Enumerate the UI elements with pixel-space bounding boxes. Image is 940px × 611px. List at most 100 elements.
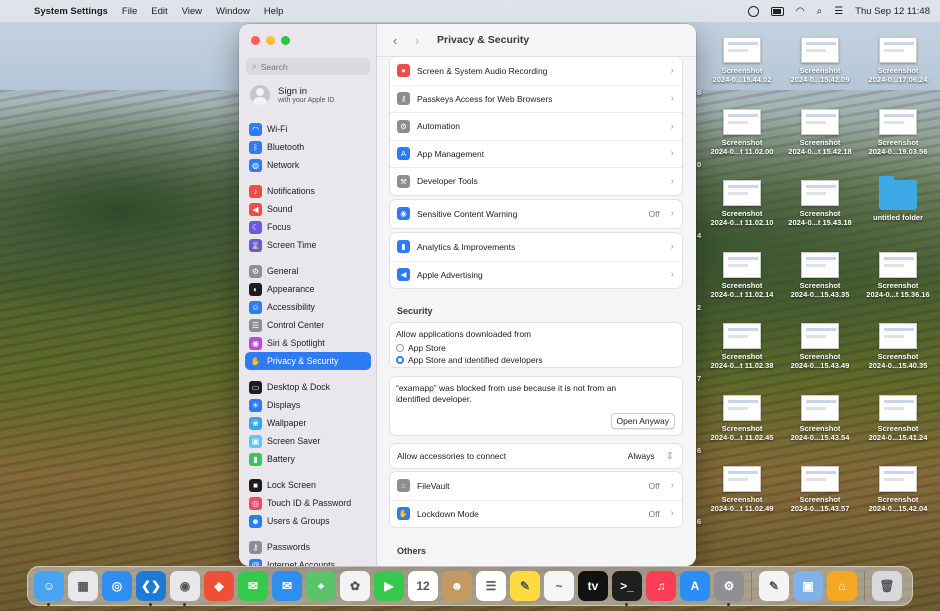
sidebar-item-touch-id-password[interactable]: ◎ Touch ID & Password — [245, 494, 371, 512]
desktop-screenshot-file[interactable]: Screenshot 2024-0...15.43.35 — [782, 251, 858, 299]
appletv-icon[interactable]: tv — [578, 571, 608, 601]
radio-app-store-button[interactable] — [396, 344, 404, 352]
search-input[interactable] — [260, 61, 361, 72]
facetime-icon[interactable]: ▶ — [374, 571, 404, 601]
setting-row-screen-system-audio-recording[interactable]: ● Screen & System Audio Recording › — [390, 57, 682, 85]
filevault-row[interactable]: ⌂ FileVault Off › — [390, 472, 682, 500]
menu-edit[interactable]: Edit — [151, 6, 167, 17]
desktop-screenshot-file[interactable]: Screenshot 2024-0...t 11.02.38 — [704, 323, 780, 370]
zoom-button[interactable] — [281, 36, 290, 45]
finder-icon[interactable]: ☺ — [34, 571, 64, 606]
desktop-screenshot-file[interactable]: Screenshot 2024-0...15.42.04 — [860, 466, 936, 513]
maps-icon[interactable]: ⌖ — [306, 571, 336, 601]
sidebar-item-focus[interactable]: ☾ Focus — [245, 218, 371, 236]
desktop-screenshot-file[interactable]: Screenshot 2024-0...t 15.42.18 — [782, 108, 858, 156]
sidebar-item-bluetooth[interactable]: ᛒ Bluetooth — [245, 138, 371, 156]
sidebar-item-accessibility[interactable]: ☺ Accessibility — [245, 298, 371, 316]
radio-identified-developers[interactable]: App Store and identified developers — [396, 354, 682, 366]
appstore-icon[interactable]: A — [680, 571, 710, 601]
spotlight-search-icon[interactable]: ⌕ — [817, 6, 823, 17]
setting-row-sensitive-content-warning[interactable]: ◉ Sensitive Content Warning Off › — [390, 200, 682, 228]
desktop-screenshot-file[interactable]: Screenshot 2024-0...t 11.02.10 — [704, 180, 780, 227]
desktop-screenshot-file[interactable]: Screenshot 2024-0...15.40.35 — [860, 323, 936, 370]
close-button[interactable] — [251, 36, 260, 45]
sidebar-item-siri-spotlight[interactable]: ◉ Siri & Spotlight — [245, 334, 371, 352]
open-anyway-button[interactable]: Open Anyway — [610, 413, 675, 429]
setting-row-automation[interactable]: ⚙ Automation › — [390, 112, 682, 140]
sidebar-item-appearance[interactable]: ◐ Appearance — [245, 280, 371, 298]
reminders-icon[interactable]: ☰ — [476, 571, 506, 601]
sidebar-search[interactable]: ⌕ — [246, 58, 370, 75]
setting-row-passkeys-access-for-web-browsers[interactable]: ⚷ Passkeys Access for Web Browsers › — [390, 84, 682, 113]
contacts-icon[interactable]: ☻ — [442, 571, 472, 601]
sidebar-item-wi-fi[interactable]: ◠ Wi-Fi — [245, 120, 371, 138]
safari-icon[interactable]: ◎ — [102, 571, 132, 601]
sidebar-item-network[interactable]: ◍ Network — [245, 156, 371, 174]
desktop-screenshot-file[interactable]: Screenshot 2024-0...t 11.02.45 — [704, 394, 780, 442]
terminal-icon[interactable]: >_ — [612, 571, 642, 606]
sidebar-item-notifications[interactable]: ♪ Notifications — [245, 182, 371, 200]
menu-window[interactable]: Window — [216, 6, 250, 17]
trash-icon[interactable]: 🗑 — [872, 571, 902, 601]
radio-identified-developers-button[interactable] — [396, 356, 404, 364]
desktop-screenshot-file[interactable]: Screenshot 2024-0...t 11.02.14 — [704, 251, 780, 299]
sidebar-item-users-groups[interactable]: ☻ Users & Groups — [245, 512, 371, 530]
sidebar-item-screen-time[interactable]: ⌛ Screen Time — [245, 236, 371, 254]
control-center-icon[interactable]: ☰ — [834, 6, 843, 17]
launchpad-icon[interactable]: ▦ — [68, 571, 98, 601]
desktop-screenshot-file[interactable]: Screenshot 2024-0...t 11.02.49 — [704, 466, 780, 513]
menu-file[interactable]: File — [122, 6, 137, 17]
music-icon[interactable]: ♫ — [646, 571, 676, 601]
desktop-folder[interactable]: untitled folder — [860, 176, 936, 222]
setting-row-analytics-improvements[interactable]: ▮ Analytics & Improvements › — [390, 233, 682, 261]
desktop-screenshot-file[interactable]: Screenshot 2024-0...15.42.09 — [782, 37, 858, 84]
setting-row-app-management[interactable]: A App Management › — [390, 139, 682, 168]
sidebar-item-control-center[interactable]: ☰ Control Center — [245, 316, 371, 334]
apple-id-signin[interactable]: Sign in with your Apple ID — [250, 85, 334, 105]
desktop-screenshot-file[interactable]: Screenshot 2024-0...t 15.36.16 — [860, 251, 936, 299]
setting-row-developer-tools[interactable]: ⚒ Developer Tools › — [390, 167, 682, 195]
battery-status-icon[interactable] — [770, 6, 784, 16]
messages-icon[interactable]: ✉ — [238, 571, 268, 601]
setting-row-apple-advertising[interactable]: ◀ Apple Advertising › — [390, 260, 682, 289]
back-button[interactable]: ‹ — [389, 33, 401, 48]
desktop-screenshot-file[interactable]: Screenshot 2024-0...17.06.24 — [860, 37, 936, 84]
chrome-icon[interactable]: ◉ — [170, 571, 200, 606]
screen-sharing-icon[interactable] — [747, 5, 759, 17]
home-icon[interactable]: ⌂ — [827, 571, 857, 601]
sidebar-item-privacy-security[interactable]: ✋ Privacy & Security — [245, 352, 371, 370]
mail-icon[interactable]: ✉ — [272, 571, 302, 601]
textedit-icon[interactable]: ✎ — [759, 571, 789, 601]
sidebar-item-general[interactable]: ⚙ General — [245, 262, 371, 280]
preview-icon[interactable]: ▣ — [793, 571, 823, 601]
accessories-popup[interactable]: Always — [628, 451, 655, 461]
sidebar-item-displays[interactable]: ☀ Displays — [245, 396, 371, 414]
menu-view[interactable]: View — [182, 6, 202, 17]
desktop-screenshot-file[interactable]: Screenshot 2024-0...19.03.56 — [860, 108, 936, 156]
sidebar-item-battery[interactable]: ▮ Battery — [245, 450, 371, 468]
sidebar-item-passwords[interactable]: ⚷ Passwords — [245, 538, 371, 556]
sidebar-item-screen-saver[interactable]: ▣ Screen Saver — [245, 432, 371, 450]
git-icon[interactable]: ◆ — [204, 571, 234, 601]
sidebar-item-wallpaper[interactable]: ❀ Wallpaper — [245, 414, 371, 432]
sidebar-item-internet-accounts[interactable]: @ Internet Accounts — [245, 556, 371, 566]
menu-help[interactable]: Help — [264, 6, 284, 17]
desktop-screenshot-file[interactable]: Screenshot 2024-0...15.43.57 — [782, 466, 858, 513]
sidebar-item-lock-screen[interactable]: ■ Lock Screen — [245, 476, 371, 494]
wifi-status-icon[interactable]: ◠ — [796, 6, 805, 17]
desktop-screenshot-file[interactable]: Screenshot 2024-0...15.44.02 — [704, 37, 780, 84]
desktop-screenshot-file[interactable]: Screenshot 2024-0...15.41.24 — [860, 394, 936, 442]
photos-icon[interactable]: ✿ — [340, 571, 370, 601]
menu-app-name[interactable]: System Settings — [34, 6, 108, 17]
system-settings-icon[interactable]: ⚙ — [714, 571, 744, 606]
desktop-screenshot-file[interactable]: Screenshot 2024-0...t 11.02.00 — [704, 108, 780, 156]
calendar-icon[interactable]: 12 — [408, 571, 438, 601]
desktop-screenshot-file[interactable]: Screenshot 2024-0...15.43.54 — [782, 394, 858, 442]
vscode-icon[interactable]: ❮❯ — [136, 571, 166, 606]
sidebar-item-desktop-dock[interactable]: ▭ Desktop & Dock — [245, 378, 371, 396]
clock[interactable]: Thu Sep 12 11:48 — [855, 6, 930, 17]
desktop-screenshot-file[interactable]: Screenshot 2024-0...15.43.49 — [782, 323, 858, 370]
minimize-button[interactable] — [266, 36, 275, 45]
sidebar-item-sound[interactable]: ◀ Sound — [245, 200, 371, 218]
lockdown-row[interactable]: ✋ Lockdown Mode Off › — [390, 499, 682, 528]
